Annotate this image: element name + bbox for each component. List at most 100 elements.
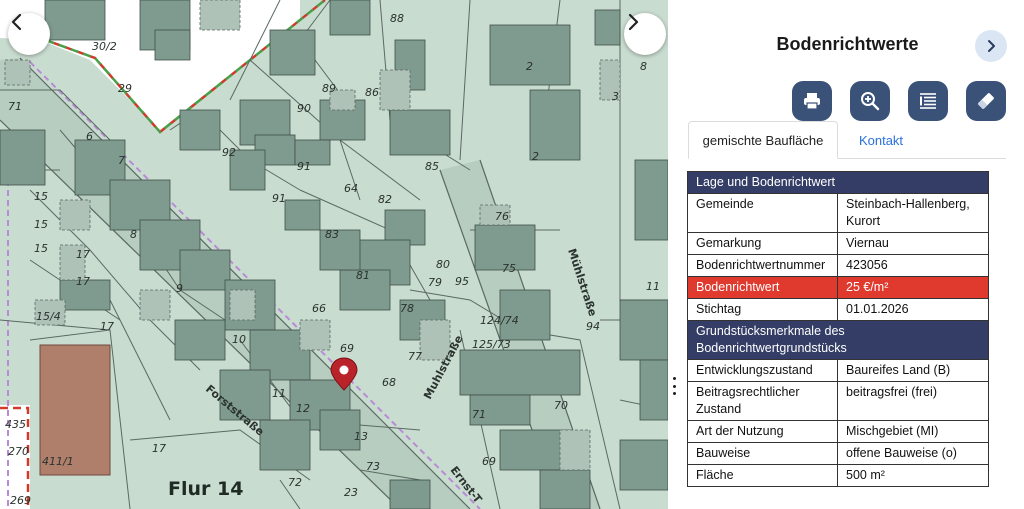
- svg-text:124/74: 124/74: [480, 314, 519, 327]
- svg-text:83: 83: [325, 228, 339, 241]
- row-label: Entwicklungszustand: [687, 359, 838, 382]
- svg-text:17: 17: [152, 442, 166, 455]
- table-row: Gemarkung Viernau: [687, 232, 989, 255]
- eraser-icon: [978, 93, 994, 109]
- svg-text:411/1: 411/1: [42, 455, 74, 468]
- svg-text:71: 71: [8, 100, 22, 113]
- zoom-in-button[interactable]: [850, 81, 890, 121]
- svg-text:12: 12: [296, 402, 310, 415]
- svg-text:13: 13: [354, 430, 368, 443]
- svg-text:77: 77: [408, 350, 422, 363]
- svg-text:2: 2: [532, 150, 539, 163]
- svg-text:73: 73: [366, 460, 380, 473]
- table-row: Art der Nutzung Mischgebiet (MI): [687, 420, 989, 443]
- svg-text:8: 8: [640, 60, 647, 73]
- svg-text:78: 78: [400, 302, 414, 315]
- row-label: Gemeinde: [687, 193, 838, 233]
- previous-button[interactable]: [8, 13, 50, 55]
- panel-resize-handle[interactable]: [668, 0, 680, 509]
- row-label: Bodenrichtwertnummer: [687, 254, 838, 277]
- row-label: Fläche: [687, 464, 838, 487]
- svg-text:72: 72: [288, 476, 302, 489]
- svg-text:86: 86: [365, 86, 379, 99]
- tab-kontakt[interactable]: Kontakt: [838, 121, 924, 159]
- row-value: 01.01.2026: [837, 298, 989, 321]
- svg-text:269: 269: [10, 494, 31, 507]
- info-panel: Bodenrichtwerte gemischte Baufläche Kont…: [680, 0, 1024, 509]
- svg-text:6: 6: [86, 130, 93, 143]
- svg-text:2: 2: [526, 60, 533, 73]
- row-label: Stichtag: [687, 298, 838, 321]
- svg-text:94: 94: [586, 320, 600, 333]
- panel-next-button[interactable]: [975, 30, 1007, 62]
- svg-text:8: 8: [130, 228, 137, 241]
- tab-gemischte-bauflaeche[interactable]: gemischte Baufläche: [688, 121, 838, 159]
- map-canvas[interactable]: 888690 899291 859164 828381 809579 78777…: [0, 0, 668, 509]
- svg-text:66: 66: [312, 302, 326, 315]
- svg-text:71: 71: [472, 408, 486, 421]
- row-value: Steinbach-Hallenberg, Kurort: [837, 193, 989, 233]
- svg-text:90: 90: [297, 102, 311, 115]
- chevron-right-icon: [628, 13, 639, 31]
- svg-text:11: 11: [272, 387, 286, 400]
- svg-text:75: 75: [502, 262, 516, 275]
- svg-text:435: 435: [5, 418, 26, 431]
- svg-text:17: 17: [100, 320, 114, 333]
- panel-title: Bodenrichtwerte: [776, 34, 919, 54]
- zoom-in-icon: [861, 92, 880, 111]
- table-row: Beitragsrechtlicher Zustand beitragsfrei …: [687, 381, 989, 421]
- table-row-highlighted: Bodenrichtwert 25 €/m²: [687, 276, 989, 299]
- svg-text:125/73: 125/73: [472, 338, 511, 351]
- chevron-left-icon: [11, 13, 22, 31]
- svg-text:70: 70: [554, 399, 568, 412]
- svg-text:10: 10: [232, 333, 246, 346]
- print-icon: [804, 93, 820, 110]
- cadastral-map[interactable]: 88 86 90 89 92 91 85 91 64 82 83 81 80 95 79 78 77 7…: [0, 0, 668, 509]
- row-label: Bodenrichtwert: [687, 276, 838, 299]
- table-row: Fläche 500 m²: [687, 464, 989, 487]
- svg-text:17: 17: [76, 248, 90, 261]
- svg-text:68: 68: [382, 376, 396, 389]
- svg-text:91: 91: [272, 192, 286, 205]
- tab-bar: gemischte Baufläche Kontakt: [688, 121, 1006, 159]
- flur-label: Flur 14: [168, 478, 243, 500]
- table-row: Bauweise offene Bauweise (o): [687, 442, 989, 465]
- print-button[interactable]: [792, 81, 832, 121]
- row-label: Beitragsrechtlicher Zustand: [687, 381, 838, 421]
- svg-text:15: 15: [34, 190, 48, 203]
- svg-text:85: 85: [425, 160, 439, 173]
- row-value: Mischgebiet (MI): [837, 420, 989, 443]
- svg-text:69: 69: [482, 455, 496, 468]
- bodenrichtwert-table: Lage und Bodenrichtwert Gemeinde Steinbac…: [687, 171, 989, 487]
- svg-text:64: 64: [344, 182, 358, 195]
- svg-text:81: 81: [356, 269, 370, 282]
- svg-text:88: 88: [390, 12, 404, 25]
- svg-text:15/4: 15/4: [36, 310, 61, 323]
- svg-text:270: 270: [8, 445, 29, 458]
- row-value: offene Bauweise (o): [837, 442, 989, 465]
- svg-text:30/2: 30/2: [92, 40, 117, 53]
- drag-handle-icon: [672, 377, 676, 395]
- row-value: 423056: [837, 254, 989, 277]
- svg-text:92: 92: [222, 146, 236, 159]
- list-button[interactable]: [908, 81, 948, 121]
- row-label: Gemarkung: [687, 232, 838, 255]
- svg-text:15: 15: [34, 218, 48, 231]
- eraser-button[interactable]: [966, 81, 1006, 121]
- svg-text:91: 91: [297, 160, 311, 173]
- svg-text:80: 80: [436, 258, 450, 271]
- svg-text:82: 82: [378, 193, 392, 206]
- svg-text:11: 11: [646, 280, 660, 293]
- row-label: Bauweise: [687, 442, 838, 465]
- row-value: beitragsfrei (frei): [837, 381, 989, 421]
- row-value: Baureifes Land (B): [837, 359, 989, 382]
- section-header: Lage und Bodenrichtwert: [687, 171, 989, 194]
- svg-text:3: 3: [612, 90, 619, 103]
- svg-text:29: 29: [118, 82, 132, 95]
- next-button[interactable]: [624, 13, 666, 55]
- svg-text:7: 7: [118, 154, 125, 167]
- section-header: Grundstücksmerkmale des Bodenrichtwertgr…: [687, 320, 989, 360]
- svg-text:69: 69: [340, 342, 354, 355]
- svg-text:23: 23: [344, 486, 358, 499]
- svg-text:95: 95: [455, 275, 469, 288]
